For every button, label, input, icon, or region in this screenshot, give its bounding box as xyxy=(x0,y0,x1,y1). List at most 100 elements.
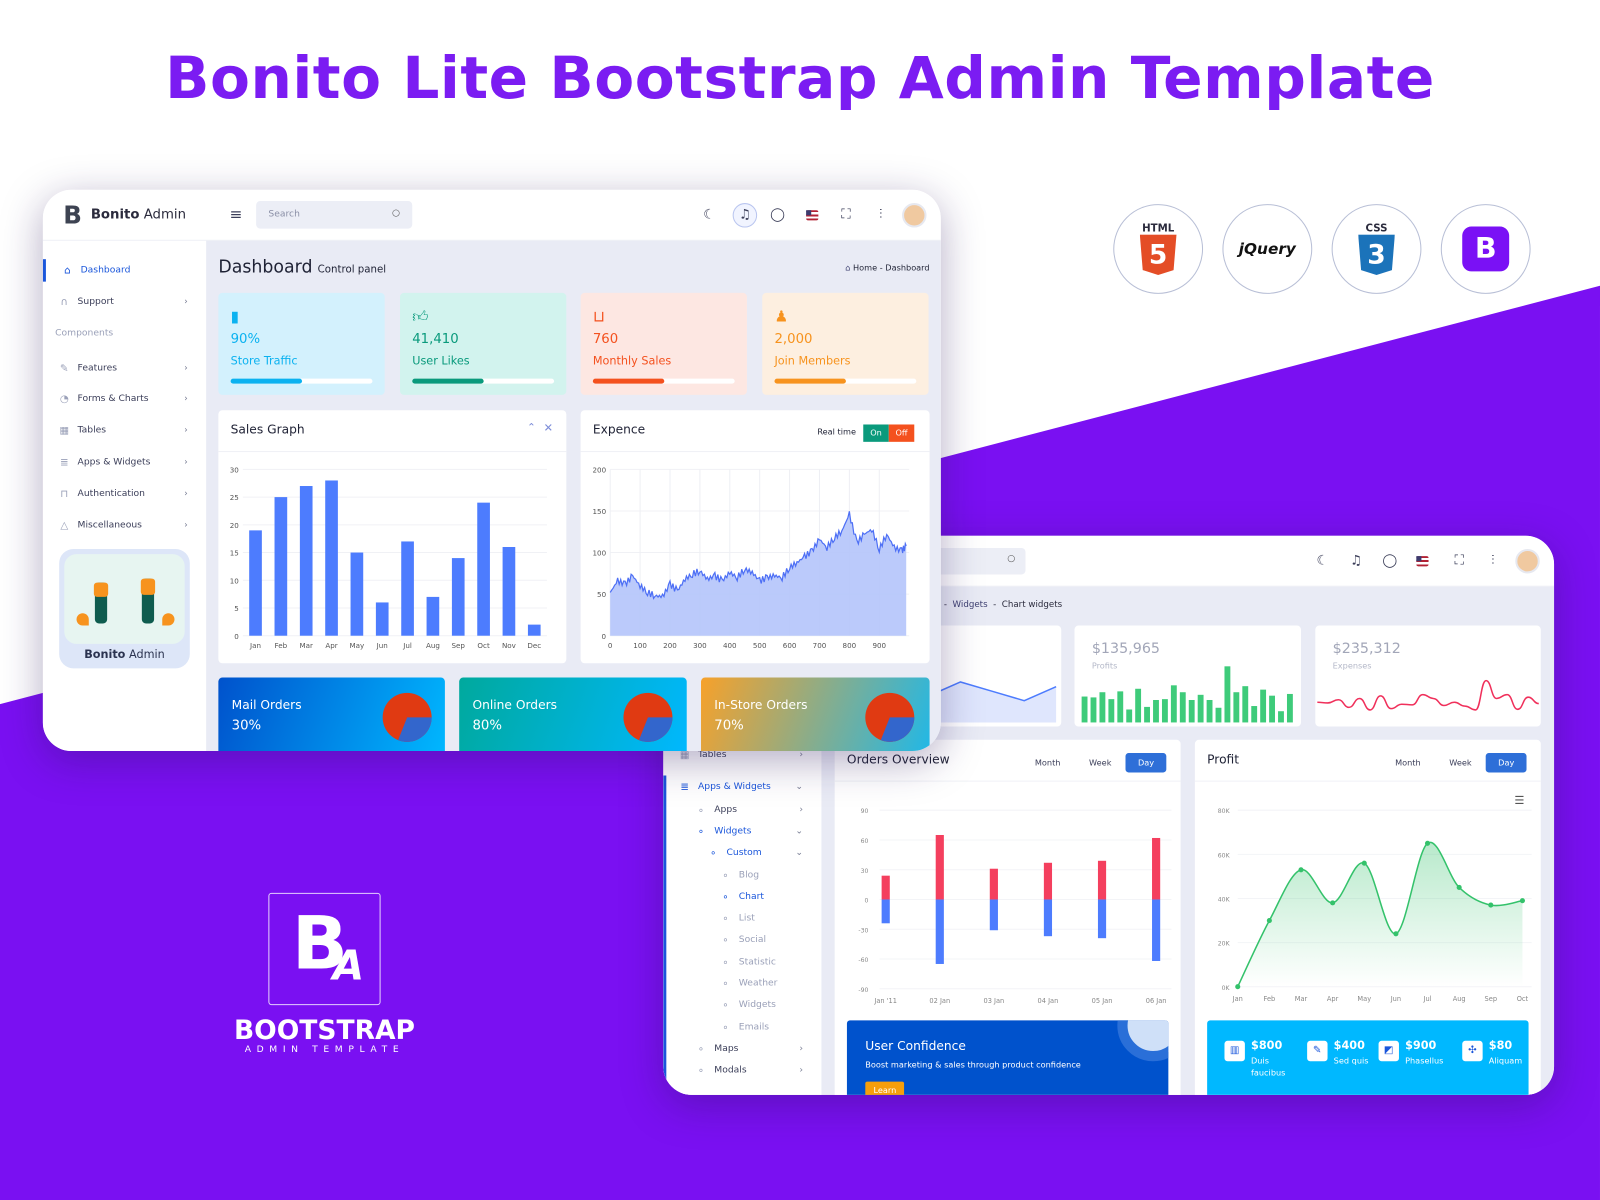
sidebar-item-emails[interactable]: ∘ Emails xyxy=(663,1016,821,1038)
sidebar-item-apps-widgets[interactable]: ≣ Apps & Widgets ⌄ xyxy=(663,776,821,798)
chevron-down-icon: ⌄ xyxy=(795,847,804,859)
chevron-right-icon: › xyxy=(184,488,188,499)
data-point-Oct xyxy=(1519,898,1525,904)
sidebar-item-custom[interactable]: ∘ Custom ⌄ xyxy=(663,842,821,864)
fullscreen-icon[interactable]: ⛶ xyxy=(1451,553,1467,569)
sidebar-item-label: Apps xyxy=(714,805,738,816)
sliders-icon[interactable]: ⫶ xyxy=(872,207,888,223)
grid-icon: ▦ xyxy=(59,424,70,437)
bar-Jul xyxy=(401,541,414,636)
logo-text[interactable]: Bonito Admin xyxy=(91,207,186,222)
bar-12 xyxy=(1188,699,1195,723)
sidebar-item-weather[interactable]: ∘ Weather xyxy=(663,972,821,994)
online-orders-card: Online Orders 80% xyxy=(459,677,687,752)
bar-Aug xyxy=(426,596,440,636)
alert-triangle-icon: △ xyxy=(60,519,69,532)
bar-17 xyxy=(1233,692,1240,723)
chat-icon[interactable]: ◯ xyxy=(1382,553,1398,569)
tab-month[interactable]: Month xyxy=(1381,758,1435,767)
progress-fill xyxy=(230,378,302,384)
bar-Dec xyxy=(527,624,541,636)
bullet-icon: ∘ xyxy=(697,826,705,838)
search-input[interactable]: ○ xyxy=(930,547,1026,575)
bar-18 xyxy=(1242,686,1249,723)
sidebar-item-social[interactable]: ∘ Social xyxy=(663,929,821,951)
close-icon[interactable]: ✕ xyxy=(544,421,553,434)
dashboard-window: B Bonito Admin ≡ Search ○ ☾ ♫ ◯ ⛶ ⫶ Boni… xyxy=(42,189,941,752)
learn-button[interactable]: Learn xyxy=(865,1081,905,1095)
chevron-right-icon: › xyxy=(799,749,804,761)
flag-us-icon[interactable] xyxy=(806,210,819,221)
sidebar-item-apps-widgets[interactable]: ≣ Apps & Widgets › xyxy=(43,451,206,473)
sidebar-item-statistic[interactable]: ∘ Statistic xyxy=(663,951,821,973)
breadcrumb-home[interactable]: Home xyxy=(853,263,877,272)
sidebar-item-widgets[interactable]: ∘ Widgets xyxy=(663,994,821,1016)
sidebar-item-widgets[interactable]: ∘ Widgets ⌄ xyxy=(663,820,821,842)
breadcrumb: - Widgets - Chart widgets xyxy=(944,600,1062,610)
x-tick-label: Oct xyxy=(477,641,490,650)
moon-icon[interactable]: ☾ xyxy=(1314,553,1330,569)
bar-14 xyxy=(1206,699,1213,723)
sidebar-item-features[interactable]: ✎ Features › xyxy=(43,357,206,379)
tab-day[interactable]: Day xyxy=(1125,753,1167,773)
moon-icon[interactable]: ☾ xyxy=(701,207,717,223)
bar-positive-0 xyxy=(881,875,890,900)
sales-bar-chart: 0 5 10 15 20 25 30 Jan Feb Mar Apr May Jun Jul Aug Sep O… xyxy=(230,465,547,650)
sidebar-item-apps[interactable]: ∘ Apps › xyxy=(663,799,821,821)
x-tick-label: Feb xyxy=(275,641,288,650)
user-confidence-banner: User Confidence Boost marketing & sales … xyxy=(846,1020,1169,1095)
sidebar-item-miscellaneous[interactable]: △ Miscellaneous › xyxy=(43,514,206,536)
sidebar-item-dashboard[interactable]: ⌂ Dashboard xyxy=(42,259,206,282)
profit-card: Profit Month Week Day ☰ 0K 20K 40K 60K 80K Ja… xyxy=(1194,739,1541,1095)
bar-1 xyxy=(1090,697,1097,723)
avatar[interactable] xyxy=(1515,548,1540,574)
bullet-icon: ∘ xyxy=(697,1064,705,1077)
bar-negative-5 xyxy=(1152,899,1161,961)
sidebar-item-chart[interactable]: ∘ Chart xyxy=(663,886,821,908)
widget-profits-chart xyxy=(1081,666,1293,723)
bar-19 xyxy=(1251,706,1258,723)
sidebar-item-maps[interactable]: ∘ Maps › xyxy=(663,1038,821,1060)
sidebar-item-authentication[interactable]: ⊓ Authentication › xyxy=(43,483,206,505)
sidebar-item-modals[interactable]: ∘ Modals › xyxy=(663,1059,821,1081)
bar-7 xyxy=(1144,706,1150,723)
collapse-icon[interactable]: ⌃ xyxy=(527,422,536,433)
breadcrumb-widgets[interactable]: Widgets xyxy=(953,600,988,610)
fullscreen-icon[interactable]: ⛶ xyxy=(838,207,854,223)
x-tick-label: Sep xyxy=(452,641,466,650)
bell-icon[interactable]: ♫ xyxy=(732,203,758,228)
y-tick-label: 0 xyxy=(864,898,868,905)
realtime-on-button[interactable]: On xyxy=(863,424,889,442)
tab-week[interactable]: Week xyxy=(1075,758,1126,767)
progress-bar xyxy=(592,378,735,384)
sidebar-item-blog[interactable]: ∘ Blog xyxy=(663,864,821,886)
sidebar-item-label: Weather xyxy=(738,978,778,989)
x-tick-label: Apr xyxy=(1327,995,1339,1003)
tab-day[interactable]: Day xyxy=(1485,753,1527,773)
orders-tabs: Month Week Day xyxy=(1021,753,1167,773)
sliders-icon[interactable]: ⫶ xyxy=(1485,553,1501,569)
chevron-right-icon: › xyxy=(184,363,188,374)
order-value: 80% xyxy=(472,718,502,734)
realtime-off-button[interactable]: Off xyxy=(888,424,915,442)
instore-orders-card: In-Store Orders 70% xyxy=(701,677,930,752)
sidebar-item-forms-charts[interactable]: ◔ Forms & Charts › xyxy=(43,388,206,410)
flag-us-icon[interactable] xyxy=(1416,556,1429,567)
chat-icon[interactable]: ◯ xyxy=(769,207,785,223)
home-icon: ⌂ xyxy=(845,263,851,273)
stat-label: Store Traffic xyxy=(230,354,298,368)
sidebar-item-list[interactable]: ∘ List xyxy=(663,907,821,929)
bell-icon[interactable]: ♫ xyxy=(1348,553,1364,569)
y-tick-label: 10 xyxy=(230,576,240,585)
css3-badge: CSS 3 xyxy=(1331,204,1422,294)
search-icon: ○ xyxy=(1007,554,1016,565)
x-tick-label: May xyxy=(350,641,365,650)
avatar[interactable] xyxy=(902,203,927,228)
tab-week[interactable]: Week xyxy=(1435,758,1486,767)
sidebar-item-tables[interactable]: ▦ Tables › xyxy=(43,419,206,441)
hamburger-menu-icon[interactable]: ≡ xyxy=(230,205,243,223)
bar-4 xyxy=(1117,691,1124,723)
search-input[interactable]: Search ○ xyxy=(256,201,413,229)
sidebar-item-support[interactable]: ∩ Support › xyxy=(43,291,206,313)
tab-month[interactable]: Month xyxy=(1021,758,1075,767)
